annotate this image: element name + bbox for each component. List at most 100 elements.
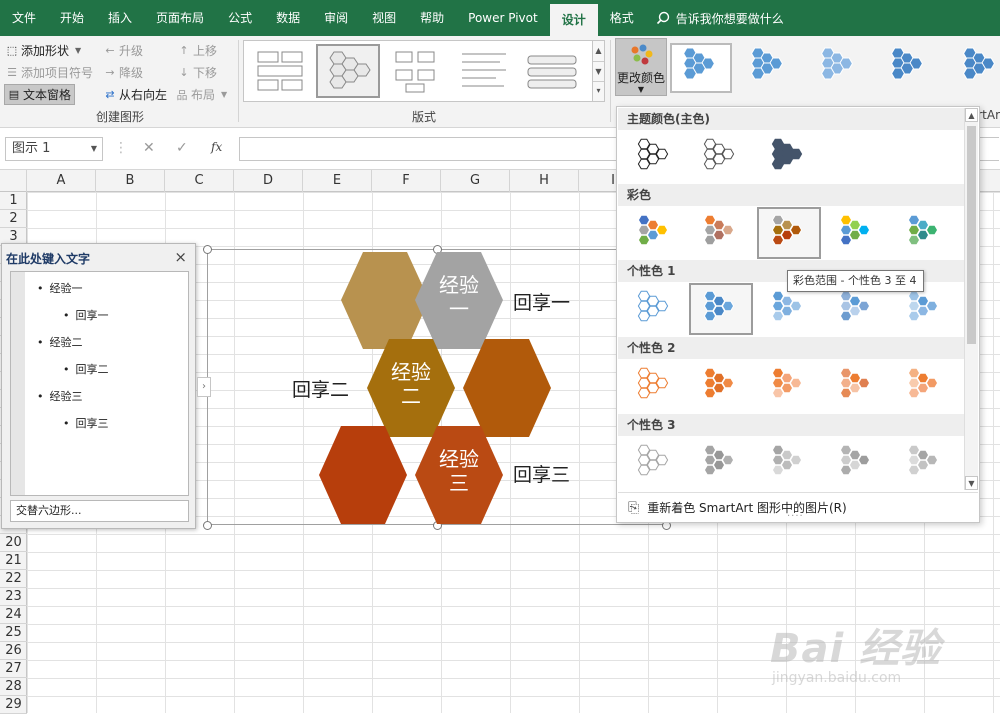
demote-button[interactable]: → 降级	[104, 64, 143, 81]
color-swatch[interactable]	[689, 283, 753, 335]
tab-file[interactable]: 文件	[0, 0, 48, 36]
side-label-1[interactable]: 回享一	[513, 288, 570, 315]
promote-button[interactable]: ← 升级	[104, 42, 143, 59]
tab-data[interactable]: 数据	[264, 0, 312, 36]
chevron-down-icon[interactable]: ▼	[91, 138, 97, 160]
color-swatch[interactable]	[757, 207, 821, 259]
hexagon-label-2[interactable]: 经验 二	[371, 360, 451, 408]
side-label-2[interactable]: 回享二	[292, 375, 349, 402]
scroll-down-icon[interactable]: ▼	[965, 476, 978, 490]
layout-gallery-scroll[interactable]: ▲ ▼ ▾	[592, 41, 604, 101]
column-header[interactable]: D	[234, 170, 303, 192]
menu-scrollbar[interactable]: ▲ ▼	[964, 108, 978, 490]
select-all-corner[interactable]	[0, 170, 27, 192]
row-header[interactable]: 22	[0, 570, 27, 588]
row-header[interactable]: 29	[0, 696, 27, 714]
layout-button[interactable]: 品 布局 ▼	[176, 86, 230, 103]
color-swatch[interactable]	[689, 437, 753, 489]
column-header[interactable]: B	[96, 170, 165, 192]
layout-thumb-3[interactable]	[384, 44, 448, 98]
row-header[interactable]: 28	[0, 678, 27, 696]
scroll-down-icon[interactable]: ▼	[593, 61, 604, 81]
color-swatch[interactable]	[757, 131, 821, 183]
move-up-button[interactable]: ↑ 上移	[178, 42, 217, 59]
hexagon-shape[interactable]	[463, 339, 551, 437]
column-header[interactable]: E	[303, 170, 372, 192]
layout-thumb-4[interactable]	[452, 44, 516, 98]
tab-page-layout[interactable]: 页面布局	[144, 0, 216, 36]
tell-me-box[interactable]: 告诉我你想要做什么	[646, 10, 784, 27]
row-header[interactable]: 21	[0, 552, 27, 570]
color-swatch[interactable]	[689, 207, 753, 259]
color-swatch[interactable]	[689, 360, 753, 412]
row-header[interactable]: 20	[0, 534, 27, 552]
row-header[interactable]: 1	[0, 192, 27, 210]
list-item[interactable]: 回享一	[63, 307, 109, 323]
smartart-frame[interactable]: 经验 一 经验 二 经验 三 回享一 回享二 回享三	[203, 245, 671, 530]
side-label-3[interactable]: 回享三	[513, 460, 570, 487]
close-icon[interactable]: ×	[174, 248, 187, 266]
color-swatch[interactable]	[825, 207, 889, 259]
move-down-button[interactable]: ↓ 下移	[178, 64, 217, 81]
insert-function-icon[interactable]: fx	[211, 140, 222, 154]
tab-help[interactable]: 帮助	[408, 0, 456, 36]
hexagon-label-1[interactable]: 经验 一	[419, 273, 499, 321]
layout-name-link[interactable]: 交替六边形...	[10, 500, 189, 522]
list-item[interactable]: 回享二	[63, 361, 109, 377]
column-header[interactable]: A	[27, 170, 96, 192]
layout-thumb-1[interactable]	[248, 44, 312, 98]
color-swatch[interactable]	[825, 437, 889, 489]
tab-view[interactable]: 视图	[360, 0, 408, 36]
tab-formulas[interactable]: 公式	[216, 0, 264, 36]
enter-icon[interactable]: ✓	[176, 140, 188, 156]
gallery-more-icon[interactable]: ▾	[593, 81, 604, 99]
scroll-up-icon[interactable]: ▲	[593, 41, 604, 61]
column-header[interactable]: F	[372, 170, 441, 192]
text-pane-toggle-icon[interactable]: ›	[197, 377, 211, 397]
tab-home[interactable]: 开始	[48, 0, 96, 36]
color-swatch[interactable]	[623, 207, 687, 259]
tab-power-pivot[interactable]: Power Pivot	[456, 0, 550, 36]
row-header[interactable]: 26	[0, 642, 27, 660]
smartart-style-thumb[interactable]	[670, 43, 732, 93]
color-swatch[interactable]	[757, 360, 821, 412]
color-swatch[interactable]	[623, 131, 687, 183]
smartart-style-thumb[interactable]	[950, 43, 1000, 93]
hexagon-shape[interactable]	[319, 426, 407, 524]
add-bullet-button[interactable]: ☰ 添加项目符号	[6, 64, 93, 81]
color-swatch[interactable]	[893, 360, 957, 412]
color-swatch[interactable]	[623, 437, 687, 489]
tab-design[interactable]: 设计	[549, 4, 598, 36]
row-header[interactable]: 2	[0, 210, 27, 228]
column-header[interactable]: H	[510, 170, 579, 192]
color-swatch[interactable]	[623, 283, 687, 335]
column-header[interactable]: G	[441, 170, 510, 192]
color-swatch[interactable]	[825, 360, 889, 412]
layout-thumb-hexagon[interactable]	[316, 44, 380, 98]
right-to-left-button[interactable]: ⇄ 从右向左	[104, 86, 167, 103]
text-pane-button[interactable]: ▤ 文本窗格	[4, 84, 76, 105]
text-pane-editor[interactable]: 经验一 回享一 经验二 回享二 经验三 回享三	[10, 271, 189, 496]
name-box[interactable]: 图示 1 ▼	[5, 137, 103, 161]
color-swatch[interactable]	[757, 437, 821, 489]
layout-thumb-5[interactable]	[520, 44, 584, 98]
resize-grip-icon[interactable]: ····	[787, 511, 804, 522]
color-swatch[interactable]	[893, 437, 957, 489]
tab-insert[interactable]: 插入	[96, 0, 144, 36]
row-header[interactable]: 25	[0, 624, 27, 642]
color-swatch[interactable]	[893, 207, 957, 259]
tab-review[interactable]: 审阅	[312, 0, 360, 36]
tab-format[interactable]: 格式	[598, 0, 646, 36]
smartart-style-thumb[interactable]	[738, 43, 800, 93]
list-item[interactable]: 经验二	[37, 334, 83, 350]
smartart-style-thumb[interactable]	[808, 43, 870, 93]
add-shape-button[interactable]: ⬚ 添加形状 ▼	[6, 42, 84, 59]
cancel-icon[interactable]: ✕	[143, 140, 155, 156]
row-header[interactable]: 24	[0, 606, 27, 624]
row-header[interactable]: 27	[0, 660, 27, 678]
color-swatch[interactable]	[689, 131, 753, 183]
smartart-style-thumb[interactable]	[878, 43, 940, 93]
hexagon-label-3[interactable]: 经验 三	[419, 447, 499, 495]
color-swatch[interactable]	[623, 360, 687, 412]
list-item[interactable]: 经验一	[37, 280, 83, 296]
